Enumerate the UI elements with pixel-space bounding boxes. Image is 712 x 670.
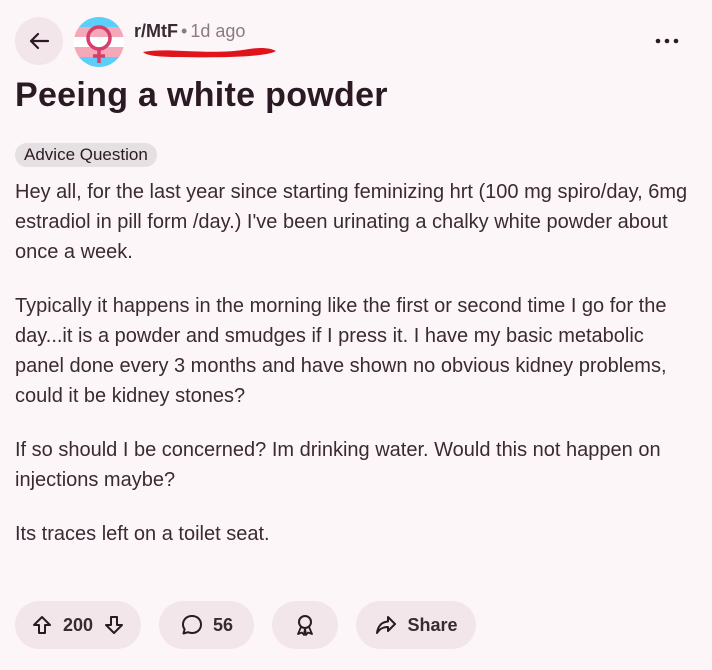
back-button[interactable]	[15, 17, 63, 65]
more-horizontal-icon	[655, 38, 679, 44]
body-paragraph: If so should I be concerned? Im drinking…	[15, 439, 661, 491]
share-label: Share	[407, 614, 458, 635]
post-title: Peeing a white powder	[15, 76, 388, 114]
comments-button[interactable]: 56	[159, 601, 254, 649]
vote-count: 200	[62, 614, 94, 635]
post-meta: r/MtF • 1d ago	[134, 20, 245, 42]
redacted-username	[139, 43, 279, 60]
post-age: 1d ago	[190, 21, 246, 41]
post-action-bar: 200 56 Share	[15, 601, 476, 649]
meta-separator: •	[181, 21, 188, 41]
body-paragraph: Typically it happens in the morning like…	[15, 295, 667, 407]
share-button[interactable]: Share	[356, 601, 476, 649]
subreddit-name[interactable]: r/MtF	[134, 21, 178, 41]
award-ribbon-icon	[293, 613, 317, 637]
arrow-left-icon	[28, 30, 50, 52]
body-paragraph: Its traces left on a toilet seat.	[15, 523, 270, 545]
speech-bubble-icon	[180, 613, 204, 637]
award-button[interactable]	[272, 601, 338, 649]
subreddit-avatar[interactable]	[74, 17, 124, 67]
comment-count: 56	[212, 614, 234, 635]
body-paragraph: Hey all, for the last year since startin…	[15, 181, 688, 263]
share-arrow-icon	[374, 613, 398, 637]
more-options-button[interactable]	[651, 27, 683, 55]
post-body: Hey all, for the last year since startin…	[15, 177, 695, 573]
arrow-down-icon[interactable]	[103, 614, 125, 636]
post-flair[interactable]: Advice Question	[15, 143, 157, 167]
arrow-up-icon[interactable]	[31, 614, 53, 636]
vote-control: 200	[15, 601, 141, 649]
